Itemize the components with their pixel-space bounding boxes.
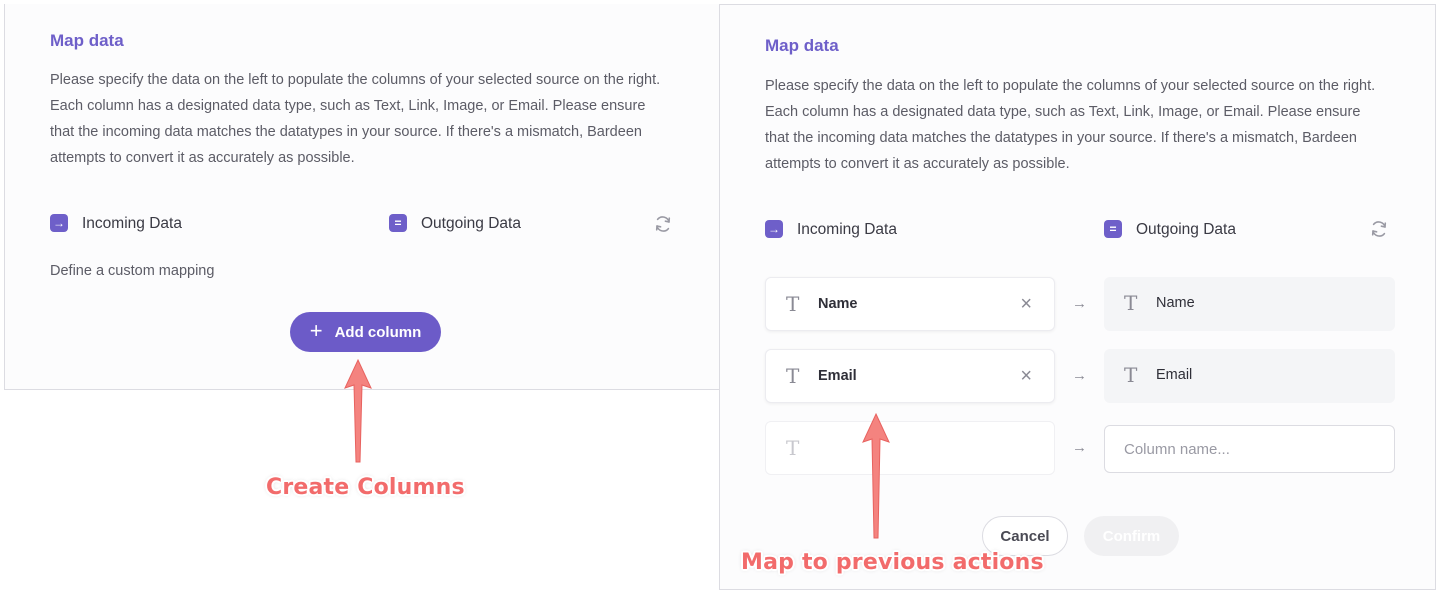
panel-title: Map data — [765, 36, 839, 55]
text-type-icon: T — [1124, 291, 1138, 315]
refresh-icon[interactable] — [653, 214, 673, 234]
text-type-icon: T — [1124, 363, 1138, 387]
annotation-arrow-up — [862, 412, 890, 539]
outgoing-data-icon: = — [1104, 220, 1122, 238]
outgoing-field-text: Email — [1156, 367, 1193, 383]
incoming-data-label: Incoming Data — [797, 221, 897, 238]
add-column-button[interactable]: + Add column — [290, 312, 441, 352]
outgoing-field-name[interactable]: T Name — [1104, 277, 1395, 331]
map-arrow-icon: → — [1072, 439, 1087, 456]
panel-description: Please specify the data on the left to p… — [765, 78, 1376, 172]
incoming-field-empty[interactable]: T — [765, 421, 1055, 475]
outgoing-field-email[interactable]: T Email — [1104, 349, 1395, 403]
outgoing-data-label: Outgoing Data — [421, 215, 521, 232]
outgoing-data-icon: = — [389, 214, 407, 232]
map-data-panel-right: Map data Please specify the data on the … — [719, 4, 1436, 590]
text-type-icon: T — [786, 436, 800, 460]
confirm-button[interactable]: Confirm — [1084, 516, 1179, 556]
incoming-data-label: Incoming Data — [82, 215, 182, 232]
add-column-label: Add column — [334, 323, 422, 341]
panel-description: Please specify the data on the left to p… — [50, 72, 661, 166]
incoming-data-icon: → — [765, 220, 783, 238]
incoming-field-text: Name — [818, 296, 858, 312]
column-name-input[interactable] — [1104, 425, 1395, 473]
map-arrow-icon: → — [1072, 295, 1087, 312]
map-data-panel-left: Map data Please specify the data on the … — [4, 4, 720, 390]
incoming-field-text: Email — [818, 368, 857, 384]
remove-icon[interactable]: × — [1020, 365, 1032, 388]
custom-mapping-hint: Define a custom mapping — [50, 263, 215, 279]
outgoing-field-text: Name — [1156, 295, 1195, 311]
incoming-field-name[interactable]: T Name × — [765, 277, 1055, 331]
text-type-icon: T — [786, 364, 800, 388]
outgoing-data-label: Outgoing Data — [1136, 221, 1236, 238]
panel-title: Map data — [50, 31, 124, 50]
map-arrow-icon: → — [1072, 367, 1087, 384]
text-type-icon: T — [786, 292, 800, 316]
create-columns-annotation: Create Columns — [266, 475, 465, 500]
map-previous-annotation: Map to previous actions — [741, 550, 1044, 575]
remove-icon[interactable]: × — [1020, 293, 1032, 316]
incoming-field-email[interactable]: T Email × — [765, 349, 1055, 403]
annotation-arrow-up — [344, 358, 372, 463]
plus-icon: + — [309, 318, 323, 343]
refresh-icon[interactable] — [1369, 219, 1389, 239]
incoming-data-icon: → — [50, 214, 68, 232]
